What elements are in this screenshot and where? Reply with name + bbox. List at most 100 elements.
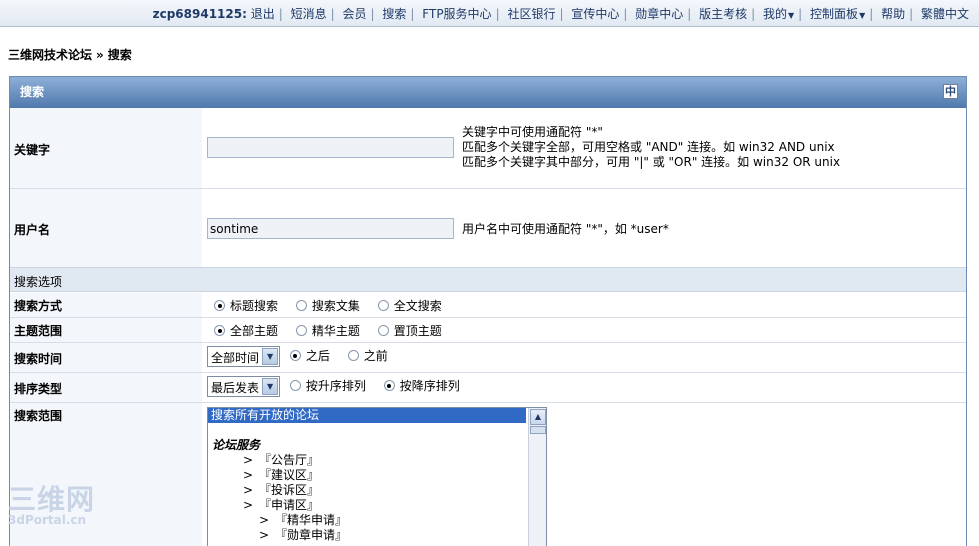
nav-help[interactable]: 帮助 (881, 7, 905, 21)
thread-scope-digest[interactable]: 精华主题 (295, 324, 360, 338)
listbox-forum-item[interactable]: > 『建议区』 (208, 468, 546, 483)
breadcrumb-current: 搜索 (107, 48, 132, 62)
select-value: 全部时间 (211, 351, 260, 365)
nav-messages[interactable]: 短消息 (291, 7, 327, 21)
panel-title: 搜索 (20, 85, 45, 99)
option-label: 按升序排列 (305, 379, 366, 393)
listbox-subforum-item[interactable]: > 『勋章申请』 (208, 528, 546, 543)
radio-icon[interactable] (377, 300, 389, 311)
nav-divider: | (495, 7, 500, 21)
breadcrumb-separator: » (96, 48, 104, 62)
option-label: 精华主题 (311, 324, 360, 338)
nav-my-label: 我的 (763, 7, 788, 21)
listbox-forum-item[interactable]: > 『申请区』 (208, 498, 546, 513)
nav-medals[interactable]: 勋章中心 (635, 7, 683, 21)
radio-icon[interactable] (295, 300, 307, 311)
sort-ascending[interactable]: 按升序排列 (289, 379, 366, 393)
listbox-spacer (208, 423, 546, 438)
nav-moderator-review[interactable]: 版主考核 (699, 7, 747, 21)
breadcrumb: 三维网技术论坛 » 搜索 (8, 46, 132, 63)
radio-checked-icon[interactable] (289, 350, 301, 361)
keyword-input[interactable] (207, 137, 454, 158)
chevron-down-icon: ▼ (859, 11, 866, 20)
nav-members[interactable]: 会员 (343, 7, 367, 21)
sort-type-select[interactable]: 最后发表 ▼ (207, 376, 281, 397)
keyword-hint-line: 匹配多个关键字其中部分，可用 "|" 或 "OR" 连接。如 win32 OR … (462, 155, 841, 169)
keyword-hint-line: 匹配多个关键字全部，可用空格或 "AND" 连接。如 win32 AND uni… (462, 140, 835, 154)
option-label: 之前 (363, 349, 388, 363)
watermark-title: 三维网 (8, 483, 96, 516)
scrollbar-thumb[interactable] (530, 426, 546, 434)
nav-divider: | (623, 7, 628, 21)
nav-divider: | (410, 7, 415, 21)
search-options-header: 搜索选项 (10, 267, 966, 292)
radio-icon[interactable] (289, 380, 301, 391)
search-time-before[interactable]: 之前 (347, 349, 388, 363)
radio-icon[interactable] (377, 325, 389, 336)
option-label: 标题搜索 (230, 299, 279, 313)
nav-divider: | (330, 7, 335, 21)
keyword-hint: 关键字中可使用通配符 "*" 匹配多个关键字全部，可用空格或 "AND" 连接。… (462, 125, 840, 170)
listbox-subforum-item[interactable]: > 『精华申请』 (208, 513, 546, 528)
keyword-hint-line: 关键字中可使用通配符 "*" (462, 125, 603, 139)
search-time-options: 全部时间 ▼ 之后 之前 (207, 346, 402, 367)
scroll-up-arrow-icon[interactable]: ▲ (530, 409, 546, 425)
panel-header: 搜索 中 (10, 77, 966, 108)
nav-bank[interactable]: 社区银行 (507, 7, 555, 21)
nav-divider: | (370, 7, 375, 21)
nav-divider: | (798, 7, 803, 21)
search-mode-collection[interactable]: 搜索文集 (295, 299, 360, 313)
thread-scope-sticky[interactable]: 置顶主题 (377, 324, 442, 338)
nav-control-panel-label: 控制面板 (810, 7, 859, 21)
nav-control-panel[interactable]: 控制面板▼ (810, 7, 865, 21)
chevron-down-icon[interactable]: ▼ (262, 348, 279, 365)
search-time-select[interactable]: 全部时间 ▼ (207, 346, 281, 367)
radio-checked-icon[interactable] (383, 380, 395, 391)
username-hint: 用户名中可使用通配符 "*"，如 *user* (462, 222, 669, 236)
listbox-forum-item[interactable]: > 『投诉区』 (208, 483, 546, 498)
radio-icon[interactable] (347, 350, 359, 361)
search-mode-options: 标题搜索 搜索文集 全文搜索 (214, 297, 456, 314)
forum-range-listbox[interactable]: 搜索所有开放的论坛 论坛服务 > 『公告厅』 > 『建议区』 > 『投诉区』 >… (207, 407, 547, 546)
listbox-scrollbar[interactable]: ▲ (528, 408, 546, 546)
search-mode-title[interactable]: 标题搜索 (214, 299, 278, 313)
search-time-label: 搜索时间 (10, 343, 202, 372)
nav-logout[interactable]: 退出 (251, 7, 275, 21)
nav-promo[interactable]: 宣传中心 (571, 7, 619, 21)
keyword-label: 关键字 (10, 108, 202, 189)
search-panel: 搜索 中 关键字 关键字中可使用通配符 "*" 匹配多个关键字全部，可用空格或 … (9, 76, 967, 546)
thread-scope-all[interactable]: 全部主题 (214, 324, 278, 338)
listbox-forum-item[interactable]: > 『公告厅』 (208, 453, 546, 468)
option-label: 按降序排列 (399, 379, 460, 393)
collapse-icon[interactable]: 中 (943, 84, 958, 99)
search-mode-label: 搜索方式 (10, 293, 202, 317)
watermark-logo: 三维网 3dPortal.cn (8, 483, 96, 528)
radio-icon[interactable] (295, 325, 307, 336)
select-value: 最后发表 (211, 381, 260, 395)
listbox-selected-option[interactable]: 搜索所有开放的论坛 (208, 408, 526, 423)
username-link[interactable]: zcp68941125: (153, 7, 247, 21)
nav-my-menu[interactable]: 我的▼ (763, 7, 794, 21)
sort-type-label: 排序类型 (10, 373, 202, 402)
nav-divider: | (559, 7, 564, 21)
breadcrumb-forum-link[interactable]: 三维网技术论坛 (8, 48, 92, 62)
nav-search[interactable]: 搜索 (382, 7, 406, 21)
nav-traditional-chinese[interactable]: 繁體中文 (921, 7, 969, 21)
chevron-down-icon[interactable]: ▼ (262, 378, 279, 395)
sort-descending[interactable]: 按降序排列 (383, 379, 460, 393)
top-navigation: zcp68941125: 退出 | 短消息 | 会员 | 搜索 | FTP服务中心 | 社… (0, 0, 979, 27)
nav-divider: | (687, 7, 692, 21)
thread-scope-options: 全部主题 精华主题 置顶主题 (214, 322, 456, 339)
option-label: 全文搜索 (393, 299, 442, 313)
watermark-domain: 3dPortal.cn (8, 513, 87, 527)
nav-ftp-center[interactable]: FTP服务中心 (422, 7, 491, 21)
search-mode-fulltext[interactable]: 全文搜索 (377, 299, 442, 313)
option-label: 置顶主题 (393, 324, 442, 338)
username-input[interactable] (207, 218, 454, 239)
radio-checked-icon[interactable] (214, 300, 225, 311)
thread-scope-label: 主题范围 (10, 318, 202, 342)
search-time-after[interactable]: 之后 (289, 349, 330, 363)
chevron-down-icon: ▼ (788, 11, 795, 20)
radio-checked-icon[interactable] (214, 325, 225, 336)
listbox-category[interactable]: 论坛服务 (208, 438, 546, 453)
